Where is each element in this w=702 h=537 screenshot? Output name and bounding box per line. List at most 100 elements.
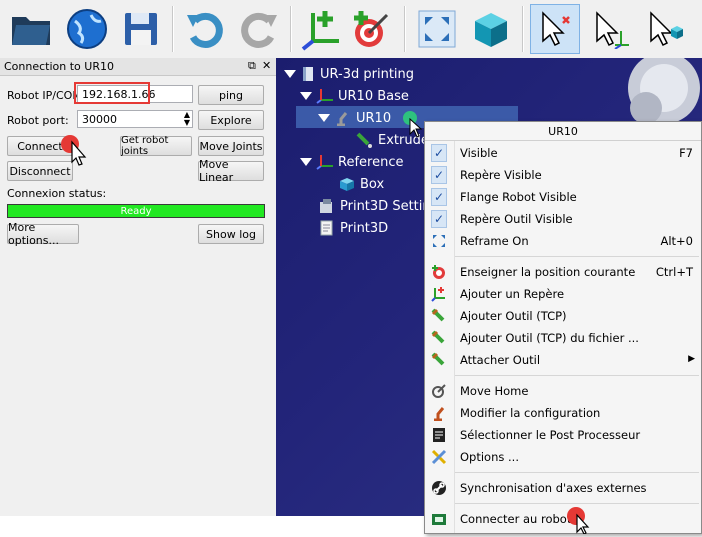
checkmark-icon: ✓ xyxy=(431,166,447,184)
tree-item-base[interactable]: UR10 Base xyxy=(300,88,409,104)
mouse-cursor-icon xyxy=(409,117,423,141)
get-robot-joints-button[interactable]: Get robot joints xyxy=(120,135,192,157)
tree-item-box[interactable]: Box xyxy=(338,176,384,192)
robot-port-input[interactable]: 30000 ▲ ▼ xyxy=(77,110,193,128)
globe-icon[interactable] xyxy=(62,4,112,54)
panel-title: Connection to UR10 xyxy=(4,60,114,73)
robot-config-icon xyxy=(431,405,447,421)
menu-item-label: Options ... xyxy=(460,450,519,464)
menu-item-attach-tool[interactable]: Attacher Outil ▶ xyxy=(425,349,701,371)
checkmark-icon: ✓ xyxy=(431,144,447,162)
options-icon xyxy=(431,449,447,465)
menu-item-label: Modifier la configuration xyxy=(460,406,601,420)
menu-separator xyxy=(455,256,699,257)
menu-item-label: Move Home xyxy=(460,384,529,398)
tool-icon xyxy=(431,308,447,324)
menu-item-shortcut: F7 xyxy=(679,146,693,160)
expand-arrow-icon[interactable] xyxy=(318,114,330,122)
ping-button[interactable]: ping xyxy=(198,85,264,105)
menu-item-label: Ajouter un Repère xyxy=(460,287,565,301)
add-frame-icon[interactable] xyxy=(296,4,346,54)
panel-title-bar: Connection to UR10 ⧉ ✕ xyxy=(0,58,276,76)
menu-item-label: Connecter au robot. xyxy=(460,512,576,526)
menu-item-add-tool-from-file[interactable]: Ajouter Outil (TCP) du fichier ... xyxy=(425,327,701,349)
toolbar xyxy=(0,0,702,59)
undo-icon[interactable] xyxy=(180,4,230,54)
menu-item-teach-position[interactable]: Enseigner la position courante Ctrl+T xyxy=(425,261,701,283)
tool-icon xyxy=(431,352,447,368)
more-options-button[interactable]: More options... xyxy=(7,221,79,247)
context-menu: UR10 ✓ Visible F7 ✓ Repère Visible ✓ Fla… xyxy=(424,121,702,534)
menu-item-post-processor[interactable]: Sélectionner le Post Processeur xyxy=(425,424,701,446)
explore-button[interactable]: Explore xyxy=(198,110,264,130)
expand-arrow-icon[interactable] xyxy=(300,158,312,166)
tree-label-box: Box xyxy=(360,176,385,192)
home-target-icon xyxy=(431,383,447,399)
float-icon[interactable]: ⧉ xyxy=(248,59,256,73)
menu-item-label: Enseigner la position courante xyxy=(460,265,636,279)
robot-preview-icon xyxy=(628,58,700,124)
reframe-icon xyxy=(431,233,447,249)
menu-item-connect-robot[interactable]: Connecter au robot. xyxy=(425,508,701,530)
menu-item-flange-visible[interactable]: ✓ Flange Robot Visible xyxy=(425,186,701,208)
station-icon xyxy=(303,67,313,81)
program-settings-icon xyxy=(320,199,332,213)
add-target-icon[interactable] xyxy=(346,4,396,54)
tree-item-robot[interactable]: UR10 xyxy=(318,110,418,126)
fit-all-icon[interactable] xyxy=(412,4,462,54)
menu-item-label: Attacher Outil xyxy=(460,353,541,367)
menu-item-add-tool[interactable]: Ajouter Outil (TCP) xyxy=(425,305,701,327)
box-view-icon[interactable] xyxy=(466,4,516,54)
menu-item-label: Reframe On xyxy=(460,234,529,248)
robot-port-label: Robot port: xyxy=(7,114,69,127)
menu-item-shortcut: Alt+0 xyxy=(660,234,693,248)
click-marker-icon xyxy=(566,506,592,537)
click-marker-icon xyxy=(60,134,90,169)
move-object-icon[interactable] xyxy=(640,4,690,54)
menu-item-reframe-on[interactable]: Reframe On Alt+0 xyxy=(425,230,701,252)
save-icon[interactable] xyxy=(116,4,166,54)
menu-item-label: Repère Visible xyxy=(460,168,542,182)
toolbar-separator xyxy=(404,6,406,52)
select-cursor-icon[interactable] xyxy=(530,4,580,54)
menu-item-label: Ajouter Outil (TCP) du fichier ... xyxy=(460,331,639,345)
menu-item-label: Visible xyxy=(460,146,498,160)
expand-arrow-icon[interactable] xyxy=(300,92,312,100)
menu-item-sync-axes[interactable]: Synchronisation d'axes externes xyxy=(425,477,701,499)
tree-label-root: UR-3d printing xyxy=(320,66,415,82)
toolbar-separator xyxy=(172,6,174,52)
menu-item-repere-visible[interactable]: ✓ Repère Visible xyxy=(425,164,701,186)
expand-arrow-icon[interactable] xyxy=(284,70,296,78)
move-linear-button[interactable]: Move Linear xyxy=(198,158,264,184)
link-icon xyxy=(431,480,447,496)
tree-item-program[interactable]: Print3D xyxy=(318,220,388,236)
tool-icon xyxy=(431,330,447,346)
move-joints-button[interactable]: Move Joints xyxy=(198,136,264,156)
robot-port-value: 30000 xyxy=(82,113,117,126)
spin-arrows-icon[interactable]: ▲ ▼ xyxy=(184,111,190,127)
redo-icon[interactable] xyxy=(234,4,284,54)
tree-item-reference[interactable]: Reference xyxy=(300,154,403,170)
toolbar-separator xyxy=(290,6,292,52)
close-icon[interactable]: ✕ xyxy=(262,59,271,72)
menu-item-add-frame[interactable]: Ajouter un Repère xyxy=(425,283,701,305)
show-log-button[interactable]: Show log xyxy=(198,224,264,244)
tree-item-settings[interactable]: Print3D Settin xyxy=(318,198,431,214)
connexion-status-label: Connexion status: xyxy=(7,187,107,200)
menu-item-visible[interactable]: ✓ Visible F7 xyxy=(425,142,701,164)
tree-label-reference: Reference xyxy=(338,154,404,170)
toolbar-separator xyxy=(522,6,524,52)
move-reference-icon[interactable] xyxy=(586,4,636,54)
menu-item-move-home[interactable]: Move Home xyxy=(425,380,701,402)
robot-connect-icon xyxy=(431,511,447,527)
robot-icon xyxy=(337,112,348,126)
open-folder-icon[interactable] xyxy=(6,4,56,54)
status-bar: Ready xyxy=(7,204,265,218)
menu-item-repere-outil-visible[interactable]: ✓ Repère Outil Visible xyxy=(425,208,701,230)
connection-panel: Connection to UR10 ⧉ ✕ Robot IP/COM: 192… xyxy=(0,58,277,516)
tree-item-root[interactable]: UR-3d printing xyxy=(284,66,414,82)
menu-item-options[interactable]: Options ... xyxy=(425,446,701,468)
menu-item-modify-config[interactable]: Modifier la configuration xyxy=(425,402,701,424)
checkmark-icon: ✓ xyxy=(431,188,447,206)
tree-label-robot: UR10 xyxy=(356,110,392,126)
